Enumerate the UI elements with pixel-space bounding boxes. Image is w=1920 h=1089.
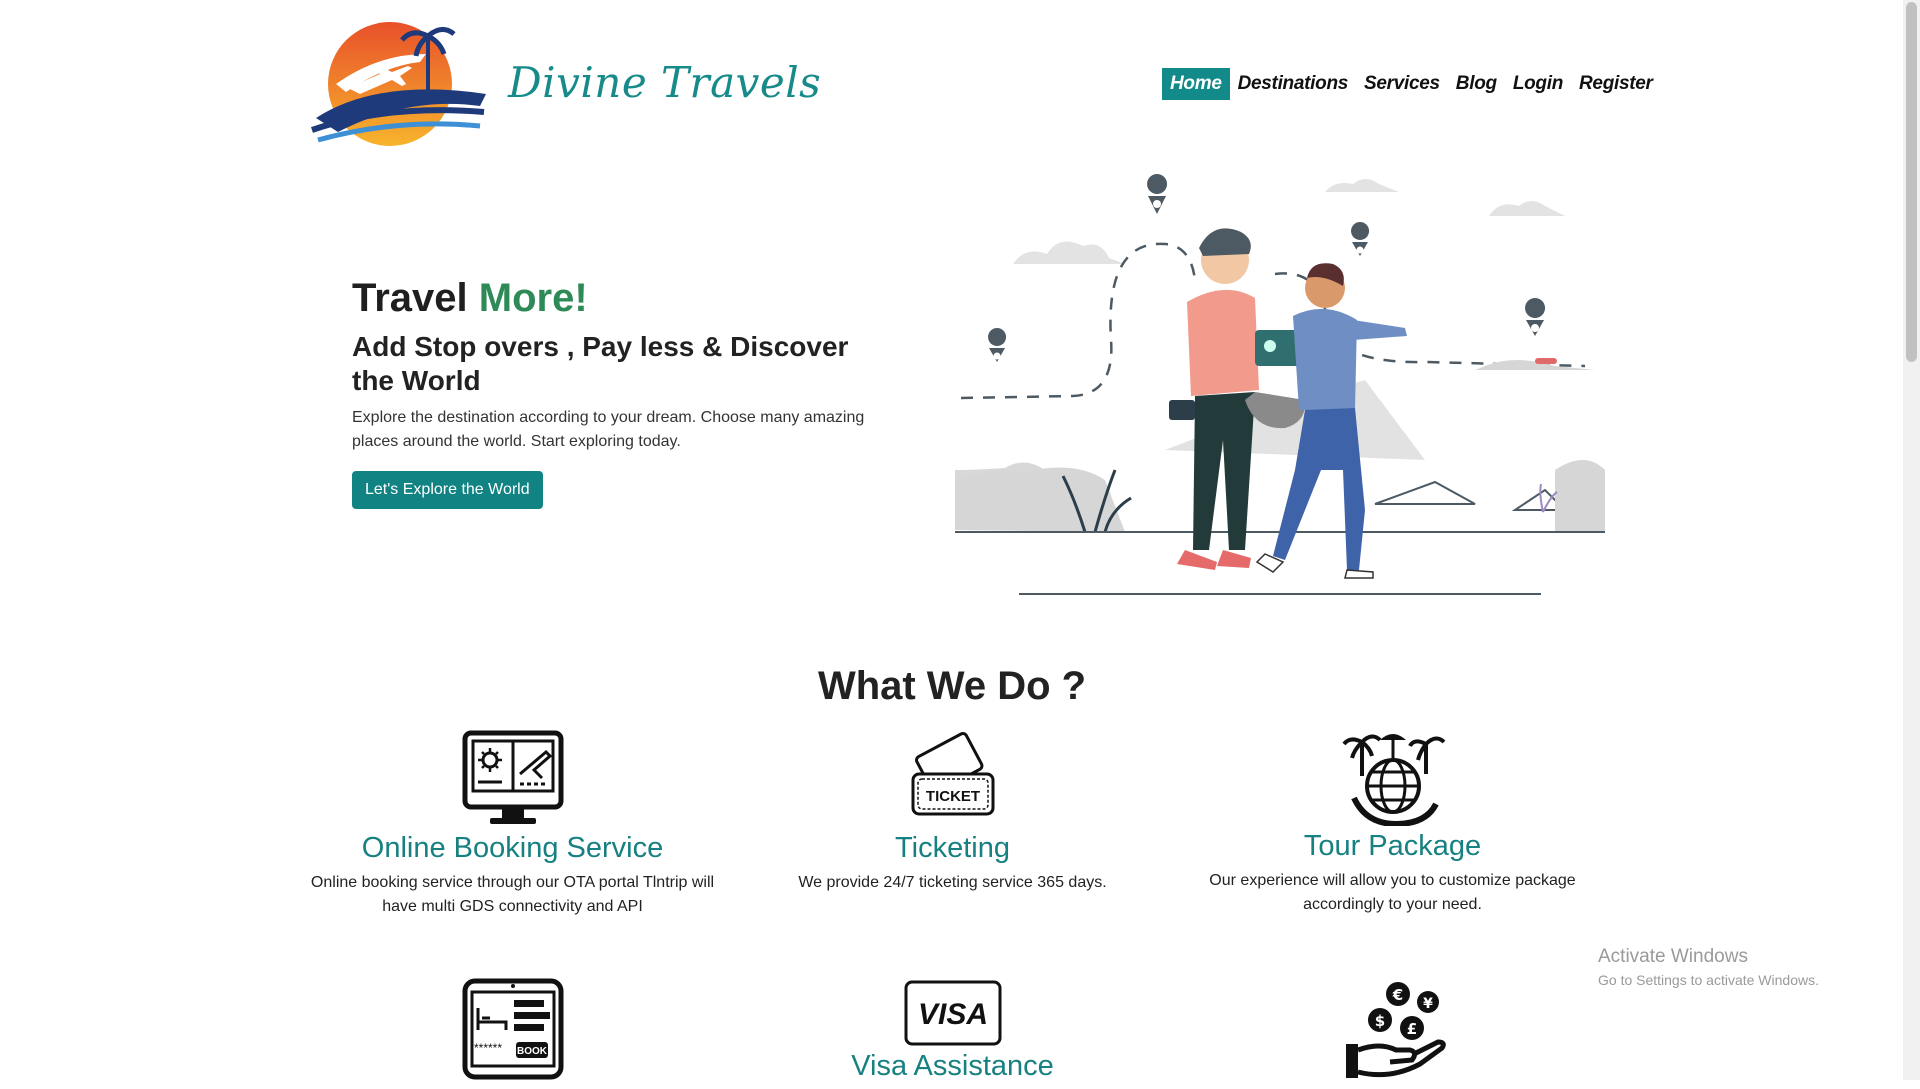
- scrollbar-thumb[interactable]: [1906, 2, 1917, 362]
- nav-services[interactable]: Services: [1356, 68, 1448, 100]
- svg-text:€: €: [1391, 986, 1402, 1004]
- service-text: Online booking service through our OTA p…: [310, 874, 715, 915]
- service-title: Tour Package: [1303, 830, 1482, 862]
- explore-button[interactable]: Let's Explore the World: [352, 471, 543, 509]
- service-card-visa: VISA Visa Assistance: [745, 980, 1160, 1089]
- activate-windows-watermark: Activate Windows Go to Settings to activ…: [1598, 946, 1819, 988]
- service-title: Ticketing: [895, 832, 1010, 864]
- service-text: We provide 24/7 ticketing service 365 da…: [798, 874, 1107, 891]
- service-card-tour: Tour Package Our experience will allow y…: [1185, 728, 1600, 917]
- hotel-booking-tablet-icon: ****** BOOK: [462, 978, 563, 1080]
- page-scrollbar[interactable]: [1903, 0, 1920, 1080]
- watermark-line2: Go to Settings to activate Windows.: [1598, 972, 1819, 988]
- visa-icon: VISA: [904, 980, 1001, 1046]
- book-icon-label: BOOK: [517, 1046, 548, 1057]
- svg-text:******: ******: [473, 1041, 501, 1055]
- hero-title-plain: Travel: [352, 276, 468, 320]
- service-card-hotel: ****** BOOK: [305, 978, 720, 1086]
- service-title: Visa Assistance: [851, 1050, 1054, 1082]
- svg-text:$: $: [1374, 1012, 1384, 1030]
- svg-text:¥: ¥: [1423, 996, 1433, 1012]
- hero-title-accent: More!: [478, 276, 588, 320]
- visa-icon-label: VISA: [917, 998, 987, 1031]
- section-title: What We Do ?: [817, 664, 1087, 708]
- service-card-ticketing: TICKET Ticketing We provide 24/7 ticketi…: [745, 730, 1160, 895]
- nav-destinations[interactable]: Destinations: [1230, 68, 1356, 100]
- nav-blog[interactable]: Blog: [1448, 68, 1505, 100]
- service-card-booking: Online Booking Service Online booking se…: [305, 730, 720, 919]
- nav-register[interactable]: Register: [1571, 68, 1661, 100]
- travelers-illustration: [955, 174, 1605, 595]
- ticket-icon: TICKET: [911, 732, 994, 816]
- service-text: Our experience will allow you to customi…: [1209, 872, 1576, 913]
- svg-text:£: £: [1406, 1020, 1416, 1038]
- currency-hand-icon: € ¥ $ £: [1345, 982, 1446, 1078]
- service-title: Online Booking Service: [361, 832, 664, 864]
- service-card-currency: € ¥ $ £: [1185, 980, 1600, 1086]
- hero-subtitle: Add Stop overs , Pay less & Discover the…: [352, 331, 849, 396]
- nav-home[interactable]: Home: [1162, 68, 1230, 100]
- brand-name[interactable]: Divine Travels: [508, 58, 821, 107]
- nav-login[interactable]: Login: [1505, 68, 1571, 100]
- ticket-icon-label: TICKET: [925, 788, 979, 805]
- booking-monitor-icon: [462, 730, 563, 824]
- hero-description: Explore the destination according to you…: [352, 409, 865, 450]
- watermark-line1: Activate Windows: [1598, 946, 1748, 967]
- hero-title: Travel More!: [352, 276, 588, 321]
- logo-icon[interactable]: [308, 14, 488, 148]
- globe-palm-icon: [1341, 734, 1445, 826]
- main-nav: Home Destinations Services Blog Login Re…: [1162, 68, 1661, 100]
